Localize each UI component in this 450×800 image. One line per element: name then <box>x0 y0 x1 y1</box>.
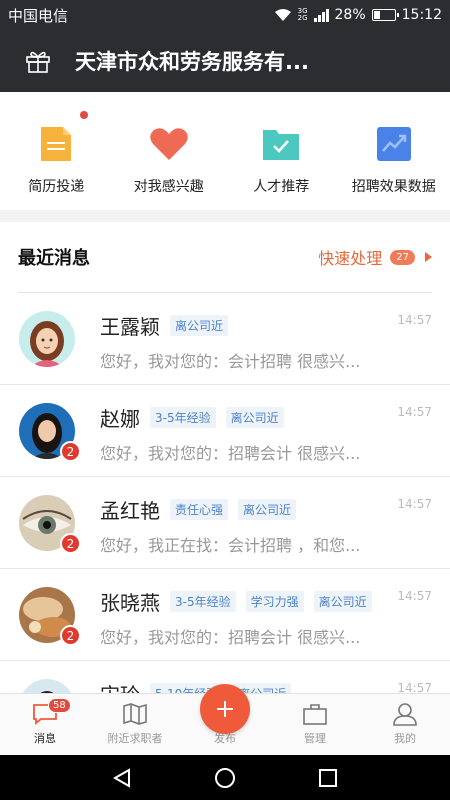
tab-nearby-seekers[interactable]: 附近求职者 <box>90 694 180 755</box>
message-sender-name: 赵娜 <box>100 407 140 431</box>
network-type: 3G 2G <box>297 7 308 22</box>
message-sender-name: 张晓燕 <box>100 591 160 615</box>
clock: 15:12 <box>401 7 442 23</box>
plus-icon <box>217 701 233 717</box>
tab-messages[interactable]: 58 消息 <box>0 694 90 755</box>
candidate-tag: 离公司近 <box>238 499 297 520</box>
avatar <box>19 679 75 693</box>
status-bar: 中国电信 3G 2G 28% 15:12 <box>0 0 450 30</box>
gift-icon[interactable] <box>0 30 75 92</box>
message-item[interactable]: 王露颖 离公司近 14:57 您好，我对您的：会计招聘 很感兴... <box>0 293 450 385</box>
message-list: 王露颖 离公司近 14:57 您好，我对您的：会计招聘 很感兴... 2 赵娜 … <box>0 293 450 693</box>
quick-process-button[interactable]: 快速处理 27 <box>318 245 432 269</box>
shortcut-label: 简历投递 <box>28 179 85 195</box>
publish-fab-button[interactable] <box>200 684 250 734</box>
carrier-name: 中国电信 <box>8 6 69 25</box>
message-preview: 您好，我对您的：会计招聘 很感兴... <box>100 352 361 371</box>
message-time: 14:57 <box>397 589 432 603</box>
notification-dot <box>80 111 88 119</box>
message-item[interactable]: 2 孟红艳 责任心强 离公司近 14:57 您好，我正在找：会计招聘 ，和您..… <box>0 477 450 569</box>
person-icon <box>393 703 417 726</box>
system-nav-bar <box>0 755 450 800</box>
heart-icon <box>149 124 189 164</box>
chevron-right-icon <box>425 252 432 262</box>
candidate-tag: 3-5年经验 <box>170 591 236 612</box>
app-header: 天津市众和劳务服务有... <box>0 30 450 92</box>
candidate-tag: 3-5年经验 <box>150 407 216 428</box>
shortcut-talent-recommend[interactable]: 人才推荐 <box>225 92 338 210</box>
message-preview: 您好，我对您的：招聘会计 很感兴... <box>100 628 361 647</box>
message-preview: 您好，我正在找：会计招聘 ，和您... <box>100 536 361 555</box>
company-title: 天津市众和劳务服务有... <box>75 50 309 74</box>
document-icon <box>36 124 76 164</box>
unread-badge: 2 <box>60 441 81 462</box>
back-icon[interactable] <box>111 767 133 789</box>
wifi-icon <box>274 9 291 21</box>
folder-check-icon <box>261 124 301 164</box>
quick-process-count: 27 <box>390 249 415 265</box>
shortcut-grid: 简历投递 对我感兴趣 人才推荐 招聘效果数据 <box>0 92 450 210</box>
chart-icon <box>374 124 414 164</box>
candidate-tag: 离公司近 <box>313 591 372 612</box>
message-preview: 您好，我对您的：招聘会计 很感兴... <box>100 444 361 463</box>
unread-badge: 2 <box>60 625 81 646</box>
shortcut-interested[interactable]: 对我感兴趣 <box>113 92 226 210</box>
message-sender-name: 孟红艳 <box>100 499 160 523</box>
tab-label: 我的 <box>394 732 416 745</box>
shortcut-recruit-data[interactable]: 招聘效果数据 <box>338 92 450 210</box>
battery-icon <box>371 9 399 21</box>
avatar <box>19 311 75 367</box>
tab-label: 附近求职者 <box>107 732 163 745</box>
tab-profile[interactable]: 我的 <box>360 694 450 755</box>
candidate-tag: 学习力强 <box>245 591 304 612</box>
map-icon <box>123 703 147 725</box>
tab-manage[interactable]: 管理 <box>270 694 360 755</box>
candidate-tag: 离公司近 <box>225 407 284 428</box>
message-item[interactable]: 2 赵娜 3-5年经验 离公司近 14:57 您好，我对您的：招聘会计 很感兴.… <box>0 385 450 477</box>
signal-icon <box>313 8 329 22</box>
message-time: 14:57 <box>397 681 432 693</box>
message-time: 14:57 <box>397 313 432 327</box>
message-time: 14:57 <box>397 497 432 511</box>
quick-process-label: 快速处理 <box>318 249 383 268</box>
shortcut-resume-delivery[interactable]: 简历投递 <box>0 92 113 210</box>
message-time: 14:57 <box>397 405 432 419</box>
shortcut-label: 对我感兴趣 <box>133 179 204 195</box>
candidate-tag: 责任心强 <box>170 499 229 520</box>
section-divider <box>0 210 450 222</box>
battery-percent: 28% <box>334 7 366 23</box>
candidate-tag: 离公司近 <box>170 315 229 336</box>
message-sender-name: 王露颖 <box>100 315 160 339</box>
shortcut-label: 招聘效果数据 <box>351 179 436 195</box>
home-icon[interactable] <box>214 767 236 789</box>
message-item[interactable]: 2 张晓燕 3-5年经验 学习力强 离公司近 14:57 您好，我对您的：招聘会… <box>0 569 450 661</box>
briefcase-icon <box>303 704 327 725</box>
tab-label: 管理 <box>304 732 326 745</box>
shortcut-label: 人才推荐 <box>253 179 310 195</box>
tab-badge: 58 <box>48 698 71 713</box>
unread-badge: 2 <box>60 533 81 554</box>
recent-messages-header: 最近消息 快速处理 27 <box>0 222 450 292</box>
recents-icon[interactable] <box>317 767 339 789</box>
message-sender-name: 宋玲 <box>100 679 140 693</box>
section-title: 最近消息 <box>18 248 90 269</box>
tab-label: 消息 <box>34 732 56 745</box>
